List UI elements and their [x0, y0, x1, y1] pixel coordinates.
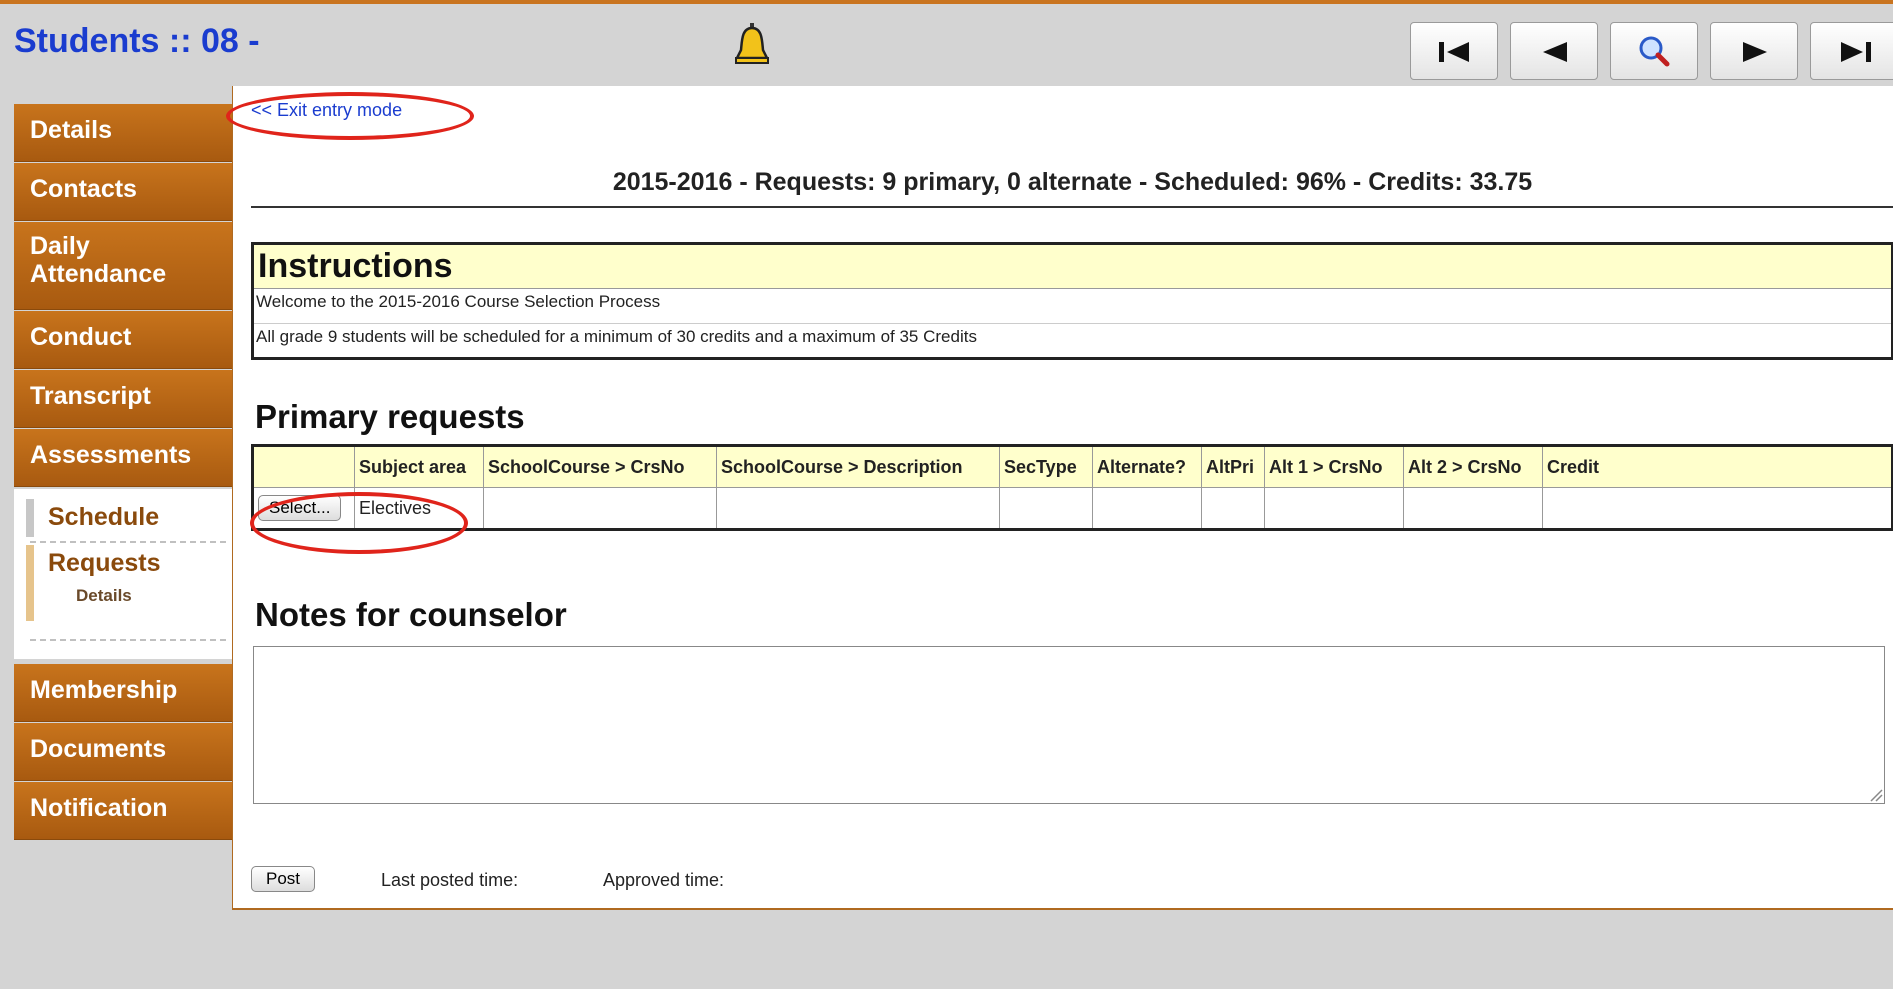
resize-handle-icon[interactable]	[1869, 788, 1883, 802]
tab-transcript[interactable]: Transcript	[14, 370, 232, 428]
tab-notification[interactable]: Notification	[14, 782, 232, 840]
description-cell	[716, 487, 1000, 530]
col-header-sectype: SecType	[999, 445, 1093, 488]
alt1-crsno-cell	[1264, 487, 1404, 530]
first-record-icon	[1439, 42, 1469, 62]
annotation-circle	[250, 492, 468, 554]
sectype-cell	[999, 487, 1093, 530]
altpri-cell	[1201, 487, 1265, 530]
alternate-cell	[1092, 487, 1202, 530]
subnav-requests-label: Requests	[48, 549, 161, 577]
subnav-schedule[interactable]: Schedule	[26, 499, 226, 537]
previous-record-button[interactable]	[1510, 22, 1598, 80]
notes-heading: Notes for counselor	[255, 596, 567, 633]
instructions-line: All grade 9 students will be scheduled f…	[254, 323, 1891, 357]
last-posted-label: Last posted time:	[381, 870, 519, 890]
alt2-crsno-cell	[1403, 487, 1543, 530]
col-header-subject-area: Subject area	[354, 445, 484, 488]
first-record-button[interactable]	[1410, 22, 1498, 80]
search-button[interactable]	[1610, 22, 1698, 80]
subnav-requests-details[interactable]: Details	[48, 586, 226, 606]
approved-time-label: Approved time:	[603, 870, 725, 890]
col-header-altpri: AltPri	[1201, 445, 1265, 488]
primary-requests-table: Subject area SchoolCourse > CrsNo School…	[251, 444, 1893, 531]
tab-documents[interactable]: Documents	[14, 723, 232, 781]
tab-daily-attendance-label: Daily Attendance	[30, 232, 167, 288]
divider	[30, 541, 226, 543]
crsno-cell	[483, 487, 717, 530]
instructions-heading: Instructions	[254, 245, 1891, 289]
tab-daily-attendance[interactable]: Daily Attendance	[14, 222, 232, 310]
last-record-button[interactable]	[1810, 22, 1893, 80]
tab-contacts[interactable]: Contacts	[14, 163, 232, 221]
main-content: << Exit entry mode 2015-2016 - Requests:…	[232, 86, 1893, 910]
search-icon	[1639, 36, 1670, 67]
request-summary: 2015-2016 - Requests: 9 primary, 0 alter…	[612, 168, 1533, 196]
next-record-button[interactable]	[1710, 22, 1798, 80]
tab-conduct[interactable]: Conduct	[14, 311, 232, 369]
post-button[interactable]: Post	[251, 866, 316, 892]
notes-textarea[interactable]	[253, 646, 1885, 804]
instructions-box: Instructions Welcome to the 2015-2016 Co…	[251, 242, 1893, 360]
col-header-crsno: SchoolCourse > CrsNo	[483, 445, 717, 488]
col-header-alternate: Alternate?	[1092, 445, 1202, 488]
col-header-alt1-crsno: Alt 1 > CrsNo	[1264, 445, 1404, 488]
subnav-requests[interactable]: Requests Details	[26, 545, 226, 621]
schedule-subnav: Schedule Requests Details	[14, 489, 232, 659]
col-header-credit: Credit	[1542, 445, 1893, 488]
table-header-row: Subject area SchoolCourse > CrsNo School…	[252, 445, 1893, 488]
primary-requests-heading: Primary requests	[255, 398, 525, 435]
divider	[30, 639, 226, 641]
divider	[251, 206, 1893, 208]
last-record-icon	[1841, 42, 1871, 62]
top-border	[0, 0, 1893, 4]
table-row: Select... Electives	[252, 487, 1893, 530]
page-title: Students :: 08 -	[14, 22, 260, 60]
tab-assessments[interactable]: Assessments	[14, 429, 232, 487]
annotation-circle	[226, 92, 474, 140]
previous-record-icon	[1543, 42, 1567, 62]
col-header-alt2-crsno: Alt 2 > CrsNo	[1403, 445, 1543, 488]
tab-details[interactable]: Details	[14, 104, 232, 162]
col-header-description: SchoolCourse > Description	[716, 445, 1000, 488]
credit-cell	[1542, 487, 1893, 530]
next-record-icon	[1743, 42, 1767, 62]
bell-icon[interactable]	[732, 22, 772, 68]
tab-membership[interactable]: Membership	[14, 664, 232, 722]
instructions-line: Welcome to the 2015-2016 Course Selectio…	[256, 292, 661, 311]
col-header-select	[252, 445, 355, 488]
